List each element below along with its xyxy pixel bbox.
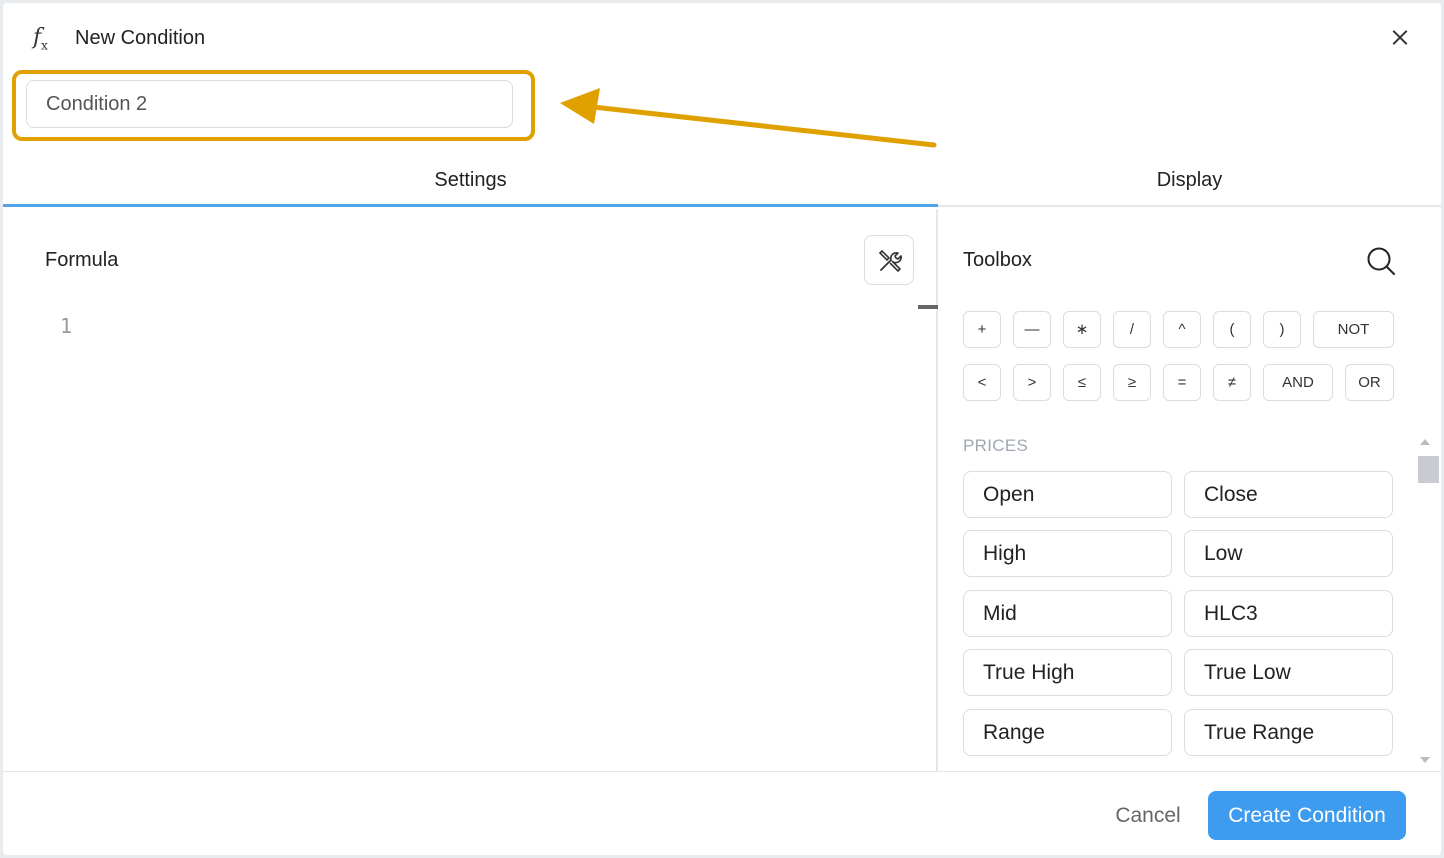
operator-divide-button[interactable]: /	[1113, 311, 1151, 348]
price-high-button[interactable]: High	[963, 530, 1172, 577]
price-close-button[interactable]: Close	[1184, 471, 1393, 518]
price-mid-button[interactable]: Mid	[963, 590, 1172, 637]
create-condition-button[interactable]: Create Condition	[1208, 791, 1406, 840]
operator-plus-button[interactable]: +	[963, 311, 1001, 348]
tab-settings[interactable]: Settings	[3, 158, 938, 207]
price-true-low-button[interactable]: True Low	[1184, 649, 1393, 696]
price-low-button[interactable]: Low	[1184, 530, 1393, 577]
cancel-button[interactable]: Cancel	[1098, 792, 1198, 840]
price-range-button[interactable]: Range	[963, 709, 1172, 756]
operator-multiply-button[interactable]: ∗	[1063, 311, 1101, 348]
dialog-title: New Condition	[75, 27, 206, 49]
tab-display[interactable]: Display	[938, 158, 1441, 207]
operator-minus-button[interactable]: —	[1013, 311, 1051, 348]
prices-section-label: PRICES	[963, 436, 1029, 455]
price-open-button[interactable]: Open	[963, 471, 1172, 518]
tools-button[interactable]	[864, 235, 914, 285]
operator-open-paren-button[interactable]: (	[1213, 311, 1251, 348]
formula-pane: Formula 1	[3, 209, 938, 771]
condition-name-input[interactable]	[26, 80, 513, 128]
new-condition-dialog: fx New Condition Settings Display Formul…	[3, 3, 1441, 855]
toolbox-pane: Toolbox + — ∗ / ^ ( ) NOT < > ≤ ≥ = ≠ AN…	[940, 209, 1441, 771]
toolbox-scrollbar-thumb[interactable]	[1418, 456, 1439, 483]
operator-power-button[interactable]: ^	[1163, 311, 1201, 348]
toolbox-label: Toolbox	[963, 249, 1032, 271]
operator-greater-equal-button[interactable]: ≥	[1113, 364, 1151, 401]
price-true-high-button[interactable]: True High	[963, 649, 1172, 696]
operator-not-equal-button[interactable]: ≠	[1213, 364, 1251, 401]
close-icon[interactable]	[1387, 25, 1413, 51]
editor-scrollbar[interactable]	[918, 305, 938, 309]
price-true-range-button[interactable]: True Range	[1184, 709, 1393, 756]
operator-and-button[interactable]: AND	[1263, 364, 1333, 401]
operator-close-paren-button[interactable]: )	[1263, 311, 1301, 348]
line-number: 1	[60, 314, 73, 338]
price-hlc3-button[interactable]: HLC3	[1184, 590, 1393, 637]
formula-editor[interactable]: 1	[3, 304, 917, 771]
search-icon[interactable]	[1366, 246, 1396, 276]
scroll-down-arrow-icon[interactable]	[1420, 757, 1430, 763]
operator-greater-than-button[interactable]: >	[1013, 364, 1051, 401]
function-icon: fx	[33, 25, 48, 53]
tools-icon	[878, 249, 902, 273]
operator-less-than-button[interactable]: <	[963, 364, 1001, 401]
operator-equals-button[interactable]: =	[1163, 364, 1201, 401]
dialog-footer: Cancel Create Condition	[3, 771, 1441, 855]
operator-or-button[interactable]: OR	[1345, 364, 1394, 401]
formula-label: Formula	[45, 249, 119, 271]
scroll-up-arrow-icon[interactable]	[1420, 439, 1430, 445]
operator-not-button[interactable]: NOT	[1313, 311, 1394, 348]
tab-bar: Settings Display	[3, 158, 1441, 207]
operator-less-equal-button[interactable]: ≤	[1063, 364, 1101, 401]
